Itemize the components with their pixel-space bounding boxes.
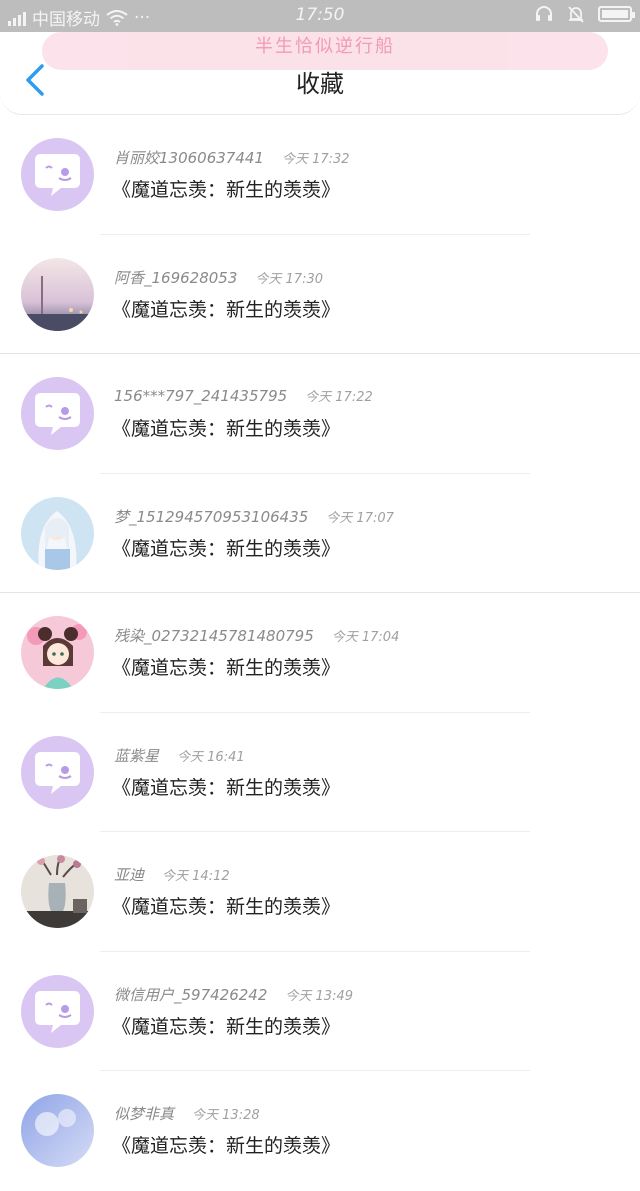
list-item[interactable]: 微信用户_597426242 今天 13:49 《魔道忘羡：新生的羡羡》 <box>0 952 640 1071</box>
book-title: 《魔道忘羡：新生的羡羡》 <box>112 1015 341 1038</box>
timestamp: 今天 17:04 <box>331 630 400 645</box>
anime-character-avatar <box>21 496 94 570</box>
status-right <box>534 4 635 24</box>
mute-bell-icon <box>568 6 584 23</box>
default-avatar-icon <box>21 974 94 1048</box>
timestamp: 今天 13:49 <box>285 988 354 1004</box>
vase-photo-avatar <box>21 855 94 928</box>
username: 梦_151294570953106435 <box>114 507 309 526</box>
book-title: 《魔道忘羡：新生的羡羡》 <box>112 298 341 321</box>
username: 156***797_241435795 <box>114 387 288 405</box>
avatar[interactable] <box>21 257 94 331</box>
item-meta: 微信用户_597426242 今天 13:49 <box>114 984 353 1005</box>
item-meta: 肖丽姣13060637441 今天 17:32 <box>114 147 350 168</box>
avatar[interactable] <box>21 616 94 689</box>
timestamp: 今天 13:28 <box>192 1108 260 1123</box>
username: 阿香_169628053 <box>114 268 238 287</box>
timestamp: 今天 17:22 <box>305 390 373 405</box>
timestamp: 今天 14:12 <box>162 869 230 884</box>
username: 蓝紫星 <box>114 746 160 765</box>
item-meta: 亚迪 今天 14:12 <box>114 864 230 885</box>
list-item[interactable]: 似梦非真 今天 13:28 《魔道忘羡：新生的羡羡》 <box>0 1071 640 1191</box>
default-avatar-icon <box>21 138 94 211</box>
avatar[interactable] <box>21 138 94 211</box>
timestamp: 今天 17:30 <box>255 271 324 287</box>
username: 亚迪 <box>114 866 145 884</box>
headset-icon <box>536 6 552 21</box>
username: 残染_02732145781480795 <box>114 627 314 645</box>
book-title: 《魔道忘羡：新生的羡羡》 <box>112 776 341 799</box>
status-bar: 中国移动 ··· 17:50 <box>0 0 640 32</box>
timestamp: 今天 17:32 <box>281 152 350 167</box>
avatar[interactable] <box>21 377 94 450</box>
list-item[interactable]: 残染_02732145781480795 今天 17:04 《魔道忘羡：新生的羡羡… <box>0 593 640 713</box>
header: 半生恰似逆行船 收藏 <box>0 32 640 115</box>
username: 肖丽姣13060637441 <box>114 149 264 167</box>
book-title: 《魔道忘羡：新生的羡羡》 <box>112 418 341 440</box>
list-item[interactable]: 梦_151294570953106435 今天 17:07 《魔道忘羡：新生的羡羡… <box>0 474 640 593</box>
page-title: 收藏 <box>296 70 344 98</box>
favorites-list: 肖丽姣13060637441 今天 17:32 《魔道忘羡：新生的羡羡》 阿香_1… <box>0 115 640 1191</box>
avatar[interactable] <box>21 974 94 1048</box>
book-title: 《魔道忘羡：新生的羡羡》 <box>112 537 341 560</box>
book-title: 《魔道忘羡：新生的羡羡》 <box>112 179 341 201</box>
avatar[interactable] <box>21 855 94 928</box>
battery-icon <box>598 6 635 22</box>
city-photo-avatar <box>21 257 94 331</box>
sky-photo-avatar <box>21 1094 94 1167</box>
item-meta: 残染_02732145781480795 今天 17:04 <box>114 625 399 646</box>
item-meta: 梦_151294570953106435 今天 17:07 <box>114 506 394 527</box>
avatar[interactable] <box>21 496 94 570</box>
username: 似梦非真 <box>114 1105 175 1123</box>
book-title: 《魔道忘羡：新生的羡羡》 <box>112 1135 341 1157</box>
avatar[interactable] <box>21 735 94 809</box>
list-item[interactable]: 蓝紫星 今天 16:41 《魔道忘羡：新生的羡羡》 <box>0 713 640 832</box>
item-meta: 156***797_241435795 今天 17:22 <box>114 386 373 405</box>
default-avatar-icon <box>21 377 94 450</box>
anime-girl-avatar <box>21 616 94 689</box>
list-item[interactable]: 156***797_241435795 今天 17:22 《魔道忘羡：新生的羡羡》 <box>0 354 640 474</box>
item-meta: 阿香_169628053 今天 17:30 <box>114 267 323 288</box>
avatar[interactable] <box>21 1094 94 1167</box>
item-meta: 似梦非真 今天 13:28 <box>114 1103 260 1124</box>
item-meta: 蓝紫星 今天 16:41 <box>114 745 245 766</box>
list-item[interactable]: 肖丽姣13060637441 今天 17:32 《魔道忘羡：新生的羡羡》 <box>0 115 640 235</box>
timestamp: 今天 17:07 <box>326 510 394 526</box>
book-title: 《魔道忘羡：新生的羡羡》 <box>112 657 341 679</box>
timestamp: 今天 16:41 <box>177 749 245 765</box>
username: 微信用户_597426242 <box>114 985 268 1004</box>
list-item[interactable]: 亚迪 今天 14:12 《魔道忘羡：新生的羡羡》 <box>0 832 640 952</box>
book-title: 《魔道忘羡：新生的羡羡》 <box>112 896 341 918</box>
default-avatar-icon <box>21 735 94 809</box>
list-item[interactable]: 阿香_169628053 今天 17:30 《魔道忘羡：新生的羡羡》 <box>0 235 640 354</box>
